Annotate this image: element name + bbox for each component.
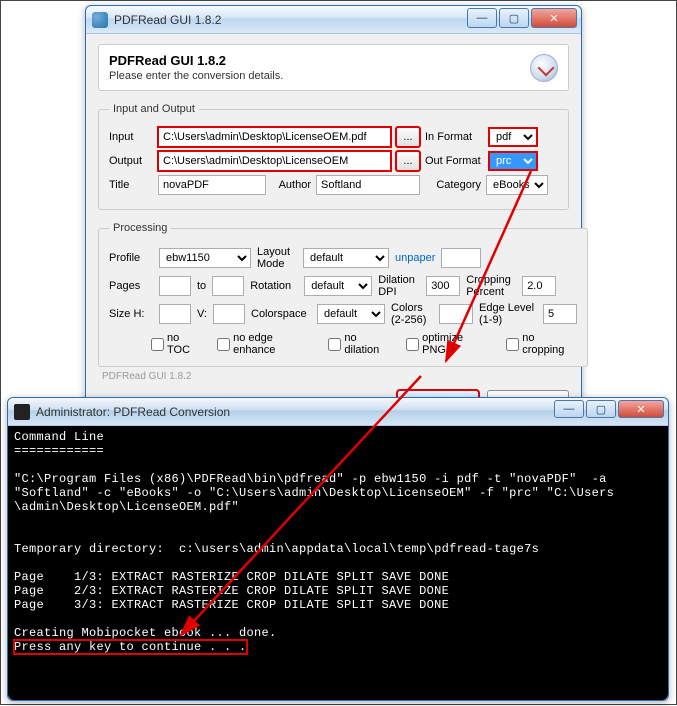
header-title: PDFRead GUI 1.8.2 [109,53,283,68]
header-panel: PDFRead GUI 1.8.2 Please enter the conve… [98,44,569,91]
output-path-field[interactable] [158,151,391,171]
output-label: Output [109,155,153,167]
sizeh-field[interactable] [159,304,191,324]
app-favicon [92,12,108,28]
author-label: Author [271,179,311,191]
footer-note: PDFRead GUI 1.8.2 [102,371,569,382]
app-icon [530,54,558,82]
io-legend: Input and Output [109,103,199,115]
window-title: PDFRead GUI 1.8.2 [114,13,221,27]
pages-label: Pages [109,280,153,292]
cli-window: Administrator: PDFRead Conversion ― ▢ ✕ … [7,397,669,701]
no-toc-checkbox[interactable]: no TOC [151,332,203,356]
no-cropping-checkbox[interactable]: no cropping [506,332,577,356]
sizev-field[interactable] [213,304,245,324]
minimize-button[interactable]: ― [467,8,497,28]
gui-titlebar[interactable]: PDFRead GUI 1.8.2 ― ▢ ✕ [86,6,581,34]
colors-label: Colors (2-256) [391,302,433,326]
colors-field[interactable] [439,304,473,324]
optimize-pngs-checkbox[interactable]: optimize PNGs [406,332,492,356]
cmd-icon [14,404,30,420]
category-select[interactable]: eBooks [486,175,548,195]
input-label: Input [109,131,153,143]
input-browse-button[interactable]: ... [396,127,420,147]
rotation-label: Rotation [250,280,298,292]
pdfread-gui-window: PDFRead GUI 1.8.2 ― ▢ ✕ PDFRead GUI 1.8.… [85,5,582,427]
press-key-prompt: Press any key to continue . . . [14,640,247,654]
author-field[interactable] [316,175,420,195]
layout-label: Layout Mode [257,246,297,270]
cropping-label: Cropping Percent [466,274,516,298]
cli-titlebar[interactable]: Administrator: PDFRead Conversion ― ▢ ✕ [8,398,668,426]
cli-close-button[interactable]: ✕ [618,400,664,418]
profile-label: Profile [109,252,153,264]
rotation-select[interactable]: default [304,276,372,296]
cropping-field[interactable] [522,276,556,296]
header-subtitle: Please enter the conversion details. [109,70,283,82]
out-format-select[interactable]: prc [488,151,538,171]
edge-label: Edge Level (1-9) [479,302,537,326]
close-button[interactable]: ✕ [531,8,577,28]
dilation-field[interactable] [426,276,460,296]
in-format-select[interactable]: pdf [488,127,538,147]
maximize-button[interactable]: ▢ [499,8,529,28]
layout-select[interactable]: default [303,248,389,268]
io-group: Input and Output Input ... In Format pdf… [98,103,569,210]
processing-legend: Processing [109,222,171,234]
out-format-label: Out Format [425,155,483,167]
unpaper-field[interactable] [441,248,481,268]
dilation-label: Dilation DPI [378,274,420,298]
title-label: Title [109,179,153,191]
pages-to-field[interactable] [212,276,244,296]
no-dilation-checkbox[interactable]: no dilation [328,332,392,356]
sizeh-label: Size H: [109,308,153,320]
processing-group: Processing Profile ebw1150 Layout Mode d… [98,222,588,367]
category-label: Category [425,179,481,191]
edge-field[interactable] [543,304,577,324]
pages-from-field[interactable] [159,276,191,296]
cli-minimize-button[interactable]: ― [554,400,584,418]
colorspace-label: Colorspace [251,308,311,320]
unpaper-label[interactable]: unpaper [395,252,435,264]
sizev-label: V: [197,308,207,320]
in-format-label: In Format [425,131,483,143]
output-browse-button[interactable]: ... [396,151,420,171]
title-field[interactable] [158,175,266,195]
input-path-field[interactable] [158,127,391,147]
profile-select[interactable]: ebw1150 [159,248,251,268]
cli-maximize-button[interactable]: ▢ [586,400,616,418]
cli-window-title: Administrator: PDFRead Conversion [36,405,230,419]
cli-output[interactable]: Command Line ============ "C:\Program Fi… [8,426,668,700]
colorspace-select[interactable]: default [317,304,385,324]
no-edge-checkbox[interactable]: no edge enhance [217,332,314,356]
pages-to-label: to [197,280,206,292]
